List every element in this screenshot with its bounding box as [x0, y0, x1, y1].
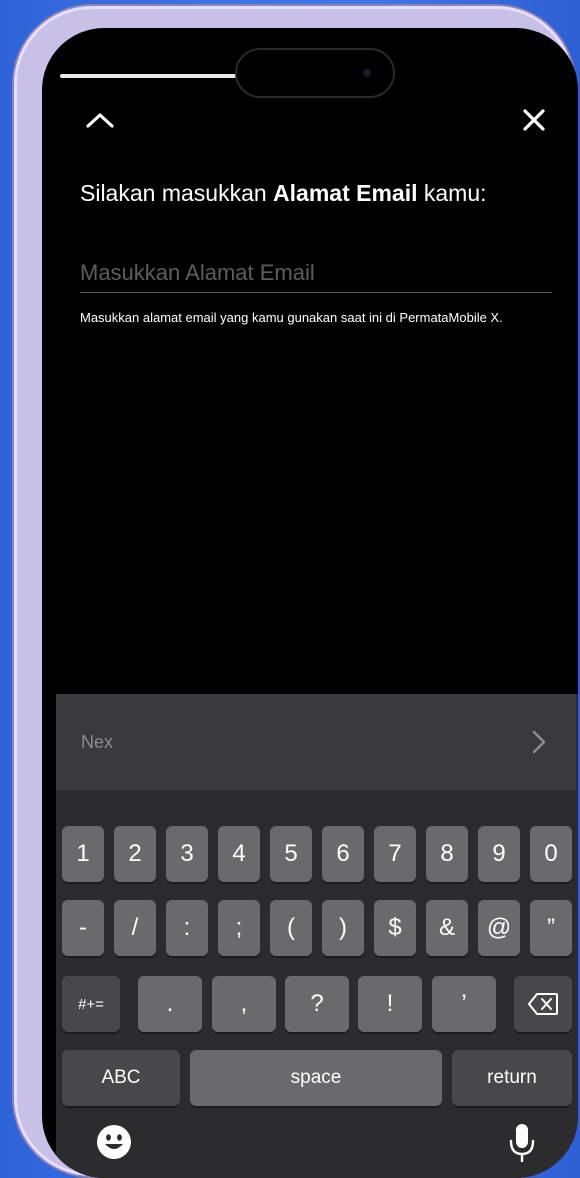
- key-close-paren[interactable]: ): [322, 900, 364, 956]
- next-label[interactable]: Nex: [81, 732, 113, 753]
- dictation-button[interactable]: [502, 1120, 542, 1166]
- title-suffix: kamu:: [417, 180, 487, 206]
- key-ampersand[interactable]: &: [426, 900, 468, 956]
- key-1[interactable]: 1: [62, 826, 104, 882]
- page-title: Silakan masukkan Alamat Email kamu:: [80, 178, 550, 208]
- key-return[interactable]: return: [452, 1050, 572, 1106]
- key-semicolon[interactable]: ;: [218, 900, 260, 956]
- title-prefix: Silakan masukkan: [80, 180, 274, 206]
- key-period[interactable]: .: [138, 976, 202, 1032]
- backspace-icon: [528, 993, 558, 1015]
- keyboard-toolbar: Nex: [56, 694, 576, 790]
- emoji-button[interactable]: [94, 1122, 134, 1162]
- key-hyphen[interactable]: -: [62, 900, 104, 956]
- key-colon[interactable]: :: [166, 900, 208, 956]
- key-comma[interactable]: ,: [212, 976, 276, 1032]
- key-8[interactable]: 8: [426, 826, 468, 882]
- key-space[interactable]: space: [190, 1050, 442, 1106]
- key-4[interactable]: 4: [218, 826, 260, 882]
- title-bold: Alamat Email: [273, 180, 418, 206]
- dynamic-island: [235, 48, 395, 98]
- phone-frame: Silakan masukkan Alamat Email kamu: Masu…: [14, 6, 578, 1178]
- camera-dot: [363, 69, 371, 77]
- key-exclamation[interactable]: !: [358, 976, 422, 1032]
- key-symbols-toggle[interactable]: #+=: [62, 976, 120, 1032]
- progress-bar: [60, 74, 240, 78]
- chevron-right-icon[interactable]: [526, 727, 552, 757]
- email-input[interactable]: [80, 254, 552, 293]
- keyboard: Nex 1 2 3 4 5 6 7 8 9 0 - / : ; ( ) $ &: [56, 694, 578, 1178]
- key-dollar[interactable]: $: [374, 900, 416, 956]
- key-0[interactable]: 0: [530, 826, 572, 882]
- backspace-button[interactable]: [514, 976, 572, 1032]
- key-at[interactable]: @: [478, 900, 520, 956]
- close-icon: [523, 109, 545, 131]
- chevron-up-icon: [86, 113, 114, 128]
- key-apostrophe[interactable]: ’: [432, 976, 496, 1032]
- key-open-paren[interactable]: (: [270, 900, 312, 956]
- close-button[interactable]: [516, 102, 552, 138]
- key-slash[interactable]: /: [114, 900, 156, 956]
- key-9[interactable]: 9: [478, 826, 520, 882]
- key-question[interactable]: ?: [285, 976, 349, 1032]
- key-3[interactable]: 3: [166, 826, 208, 882]
- helper-text: Masukkan alamat email yang kamu gunakan …: [80, 310, 503, 325]
- key-quote[interactable]: ”: [530, 900, 572, 956]
- screen: Silakan masukkan Alamat Email kamu: Masu…: [42, 28, 578, 1178]
- key-2[interactable]: 2: [114, 826, 156, 882]
- microphone-icon: [509, 1124, 535, 1162]
- key-6[interactable]: 6: [322, 826, 364, 882]
- key-abc[interactable]: ABC: [62, 1050, 180, 1106]
- key-5[interactable]: 5: [270, 826, 312, 882]
- emoji-icon: [97, 1125, 131, 1159]
- key-7[interactable]: 7: [374, 826, 416, 882]
- back-button[interactable]: [82, 102, 118, 138]
